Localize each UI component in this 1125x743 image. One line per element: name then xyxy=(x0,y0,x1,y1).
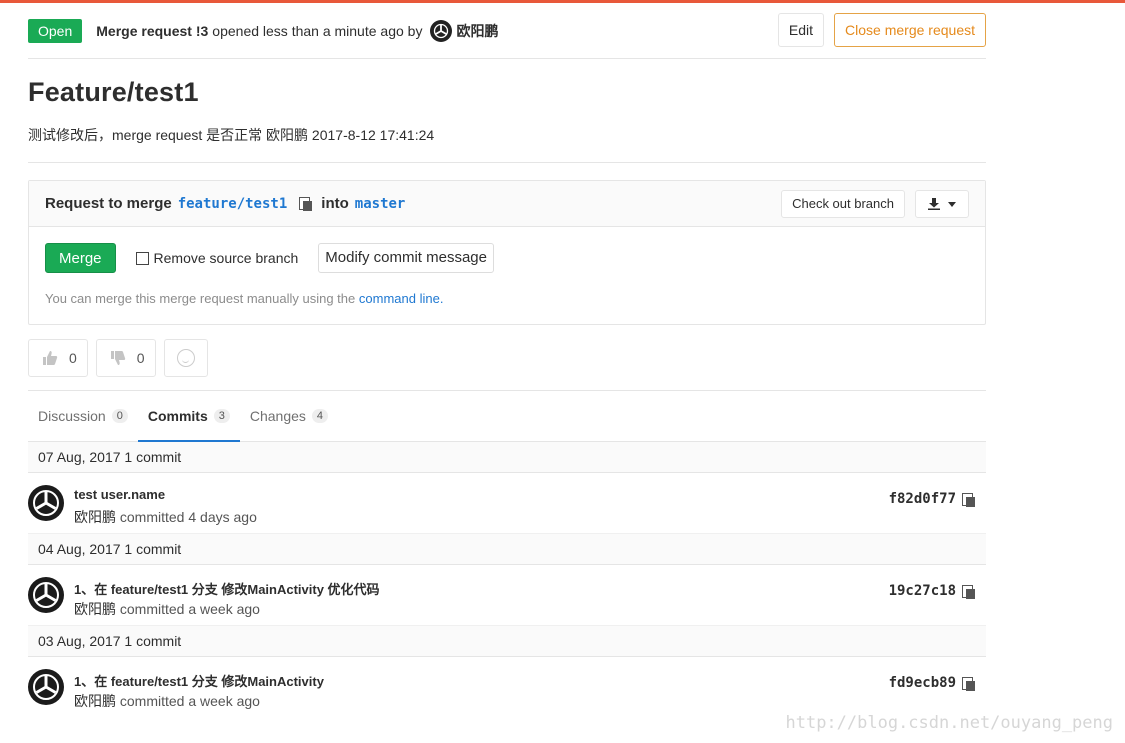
mr-opened-text: opened less than a minute ago by xyxy=(212,22,423,39)
edit-button[interactable]: Edit xyxy=(777,13,825,47)
mr-reference[interactable]: Merge request !3 xyxy=(96,23,208,39)
thumbs-up-count: 0 xyxy=(69,350,77,366)
commit-author-avatar[interactable] xyxy=(28,577,64,613)
request-to-merge-label: Request to merge xyxy=(45,195,172,212)
commit-title[interactable]: 1、在 feature/test1 分支 修改MainActivity 优化代码 xyxy=(74,579,380,598)
merge-widget-body: Merge Remove source branch Modify commit… xyxy=(29,227,985,324)
mr-header: Open Merge request !3 opened less than a… xyxy=(28,3,986,59)
commit-author[interactable]: 欧阳鹏 xyxy=(74,693,116,709)
source-branch-link[interactable]: feature/test1 xyxy=(178,196,288,212)
tab-changes[interactable]: Changes 4 xyxy=(240,391,338,441)
avatar-logo-icon xyxy=(33,674,59,700)
thumbs-up-icon xyxy=(43,351,58,365)
commit-time: committed a week ago xyxy=(119,693,260,709)
commit-row: 1、在 feature/test1 分支 修改MainActivity 优化代码… xyxy=(28,565,986,626)
tab-label: Commits xyxy=(147,408,208,424)
commit-day-header: 04 Aug, 2017 1 commit xyxy=(28,534,986,565)
add-emoji-button[interactable] xyxy=(163,339,208,377)
copy-sha-icon[interactable] xyxy=(962,585,976,599)
commit-day-header: 07 Aug, 2017 1 commit xyxy=(28,442,986,473)
mr-tabs: Discussion 0 Commits 3 Changes 4 xyxy=(28,391,986,442)
merge-request-page: Open Merge request !3 opened less than a… xyxy=(28,3,986,718)
commit-row: 1、在 feature/test1 分支 修改MainActivity 欧阳鹏 … xyxy=(28,657,986,718)
commit-author-avatar[interactable] xyxy=(28,485,64,521)
commit-author-avatar[interactable] xyxy=(28,669,64,705)
copy-branch-icon[interactable] xyxy=(299,196,313,211)
mr-description: 测试修改后，merge request 是否正常 欧阳鹏 2017-8-12 1… xyxy=(28,127,435,143)
merge-actions-row: Merge Remove source branch Modify commit… xyxy=(45,243,969,273)
merge-widget-header: Request to merge feature/test1 into mast… xyxy=(29,181,985,227)
tab-commits[interactable]: Commits 3 xyxy=(137,391,240,442)
header-actions: Edit Close merge request xyxy=(777,13,986,47)
merge-hint: You can merge this merge request manuall… xyxy=(45,291,969,306)
thumbs-up-button[interactable]: 0 xyxy=(28,339,88,377)
copy-sha-icon[interactable] xyxy=(962,677,976,691)
checkbox-icon[interactable] xyxy=(135,251,149,265)
commit-list: 07 Aug, 2017 1 commit test user.name 欧阳鹏… xyxy=(28,442,986,718)
commit-meta: 欧阳鹏 committed a week ago xyxy=(74,599,260,619)
watermark: http://blog.csdn.net/ouyang_peng xyxy=(785,713,1113,733)
commit-author[interactable]: 欧阳鹏 xyxy=(74,509,116,525)
avatar-logo-icon xyxy=(434,23,449,38)
download-dropdown-button[interactable] xyxy=(915,190,969,218)
commit-sha[interactable]: 19c27c18 xyxy=(889,583,956,599)
commit-author[interactable]: 欧阳鹏 xyxy=(74,601,116,617)
commit-sha[interactable]: f82d0f77 xyxy=(889,491,956,507)
commit-sha[interactable]: fd9ecb89 xyxy=(889,675,956,691)
merge-button[interactable]: Merge xyxy=(45,243,116,273)
commit-day-header: 03 Aug, 2017 1 commit xyxy=(28,626,986,657)
commit-meta: 欧阳鹏 committed a week ago xyxy=(74,691,260,711)
thumbs-down-icon xyxy=(110,351,125,365)
commit-time: committed a week ago xyxy=(119,601,260,617)
status-badge: Open xyxy=(28,18,83,43)
target-branch-link[interactable]: master xyxy=(355,196,406,212)
commit-meta: 欧阳鹏 committed 4 days ago xyxy=(74,507,257,527)
tab-count-badge: 0 xyxy=(111,409,128,423)
page-title: Feature/test1 xyxy=(28,77,199,107)
avatar-logo-icon xyxy=(33,582,59,608)
command-line-link[interactable]: command line. xyxy=(359,291,444,306)
author-name[interactable]: 欧阳鹏 xyxy=(456,21,498,41)
modify-commit-message-button[interactable]: Modify commit message xyxy=(318,243,494,273)
merge-widget: Request to merge feature/test1 into mast… xyxy=(28,180,986,325)
thumbs-down-count: 0 xyxy=(136,350,145,366)
smiley-icon xyxy=(176,349,195,367)
merge-hint-text: You can merge this merge request manuall… xyxy=(45,291,356,306)
check-out-branch-button[interactable]: Check out branch xyxy=(781,190,905,218)
copy-sha-icon[interactable] xyxy=(962,493,976,507)
merge-widget-actions: Check out branch xyxy=(781,190,969,218)
tab-label: Changes xyxy=(249,408,306,424)
avatar-logo-icon xyxy=(33,490,59,516)
thumbs-down-button[interactable]: 0 xyxy=(95,339,156,377)
tab-label: Discussion xyxy=(38,408,106,424)
tab-count-badge: 4 xyxy=(311,409,329,423)
remove-source-branch-checkbox[interactable]: Remove source branch xyxy=(135,250,299,266)
tab-discussion[interactable]: Discussion 0 xyxy=(28,391,138,441)
commit-title[interactable]: 1、在 feature/test1 分支 修改MainActivity xyxy=(74,671,324,690)
download-icon xyxy=(928,198,940,210)
divider xyxy=(28,162,986,163)
tab-count-badge: 3 xyxy=(213,409,230,423)
into-label: into xyxy=(321,195,349,212)
mr-header-text: Merge request !3 opened less than a minu… xyxy=(96,19,502,42)
remove-source-branch-label: Remove source branch xyxy=(153,250,299,266)
chevron-down-icon xyxy=(948,201,956,207)
close-merge-request-button[interactable]: Close merge request xyxy=(834,13,986,47)
award-emoji-bar: 0 0 xyxy=(28,339,986,377)
author-avatar[interactable] xyxy=(430,19,453,42)
commit-time: committed 4 days ago xyxy=(119,509,257,525)
commit-row: test user.name 欧阳鹏 committed 4 days ago … xyxy=(28,473,986,534)
commit-title[interactable]: test user.name xyxy=(74,487,165,502)
